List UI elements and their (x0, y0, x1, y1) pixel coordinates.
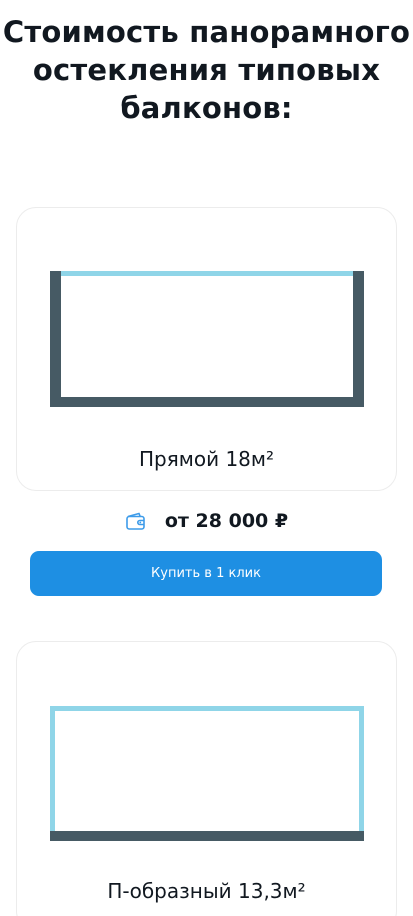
card-title: П-образный 13,3м² (107, 879, 306, 903)
page-title-line-3: балконов: (120, 91, 293, 125)
page-title: Стоимость панорамного остекления типовых… (0, 13, 413, 127)
diagram-wall-left (50, 271, 61, 407)
diagram-glazing-front (61, 271, 353, 276)
diagram-wall-bottom (50, 397, 364, 407)
price-label: от 28 000 ₽ (164, 510, 289, 532)
price-row: от 28 000 ₽ (0, 507, 413, 535)
balcony-card-u-shaped[interactable]: П-образный 13,3м² (16, 641, 397, 916)
u-shaped-balcony-diagram (50, 706, 364, 841)
buy-one-click-button[interactable]: Купить в 1 клик (30, 551, 382, 596)
card-title: Прямой 18м² (139, 447, 274, 471)
diagram-glazing-left (50, 706, 55, 831)
page: Стоимость панорамного остекления типовых… (0, 0, 413, 916)
page-title-line-1: Стоимость панорамного (2, 15, 411, 49)
diagram-wall-bottom (50, 831, 364, 841)
diagram-wall-right (353, 271, 364, 407)
straight-balcony-diagram (50, 271, 364, 407)
balcony-card-straight[interactable]: Прямой 18м² (16, 207, 397, 491)
wallet-icon (125, 511, 147, 531)
page-title-line-2: остекления типовых (32, 53, 381, 87)
diagram-glazing-right (359, 706, 364, 831)
diagram-glazing-front (50, 706, 364, 711)
